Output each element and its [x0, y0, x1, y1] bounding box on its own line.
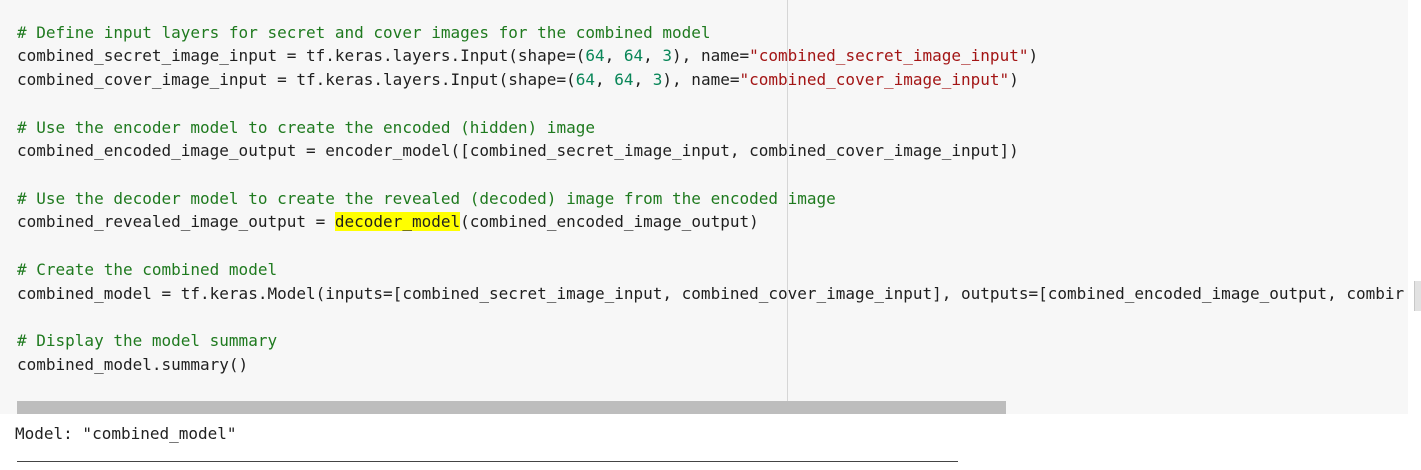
highlighted-match: decoder_model [334, 212, 461, 231]
horizontal-scrollbar[interactable] [17, 401, 1006, 414]
output-model-title: Model: "combined_model" [15, 424, 237, 443]
code-number: 3 [652, 70, 663, 89]
output-separator-line [17, 461, 958, 462]
code-line-cover-input: combined_cover_image_input = tf.keras.la… [17, 70, 1019, 90]
code-text: combined_secret_image_input = tf.keras.l… [17, 46, 586, 65]
code-line-decoder: combined_revealed_image_output = decoder… [17, 212, 759, 232]
code-comment-encoder: # Use the encoder model to create the en… [17, 118, 595, 137]
code-line-encoder: combined_encoded_image_output = encoder_… [17, 141, 1019, 160]
code-text: ), name= [662, 70, 740, 89]
code-number: 64 [614, 70, 634, 89]
code-text: , [604, 46, 624, 65]
code-text: , [643, 46, 663, 65]
code-cell[interactable]: # Define input layers for secret and cov… [0, 0, 1408, 414]
code-text: (combined_encoded_image_output) [460, 212, 759, 231]
code-line-secret-input: combined_secret_image_input = tf.keras.l… [17, 46, 1038, 66]
code-string: "combined_secret_image_input" [749, 46, 1029, 65]
code-string: "combined_cover_image_input" [739, 70, 1010, 89]
code-line-summary: combined_model.summary() [17, 355, 249, 374]
code-text: combined_revealed_image_output = [17, 212, 335, 231]
code-line-create-model: combined_model = tf.keras.Model(inputs=[… [17, 284, 1405, 303]
code-comment-display-summary: # Display the model summary [17, 331, 278, 350]
code-text: ), name= [672, 46, 750, 65]
code-number: 64 [575, 70, 595, 89]
code-text: , [633, 70, 653, 89]
code-text: , [594, 70, 615, 89]
code-number: 64 [585, 46, 605, 65]
code-comment-define-inputs: # Define input layers for secret and cov… [17, 23, 711, 42]
code-number: 3 [662, 46, 673, 65]
vertical-scrollbar-thumb[interactable] [1414, 281, 1421, 311]
code-text: ) [1009, 70, 1019, 89]
code-number: 64 [623, 46, 644, 65]
code-text: combined_cover_image_input = tf.keras.la… [17, 70, 576, 89]
code-comment-decoder: # Use the decoder model to create the re… [17, 189, 836, 208]
code-text: ) [1028, 46, 1039, 65]
code-comment-create-model: # Create the combined model [17, 260, 278, 279]
